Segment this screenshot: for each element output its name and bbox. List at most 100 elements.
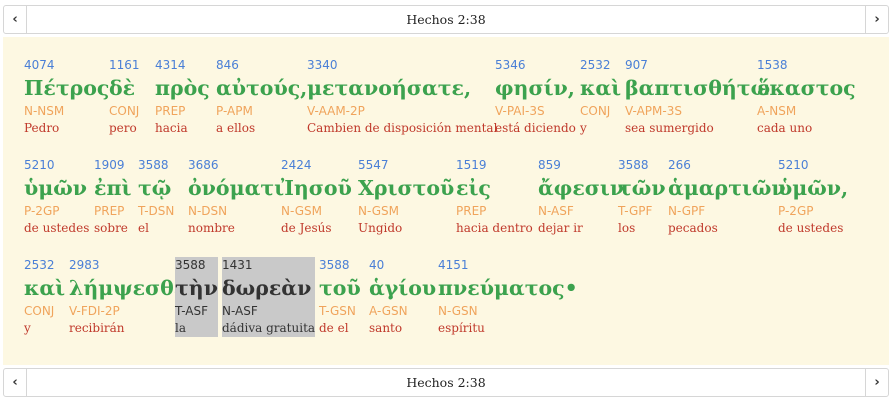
strongs-number-link[interactable]: 2983: [69, 257, 186, 274]
spanish-gloss: recibirán: [69, 321, 125, 335]
morphology-code: T-GPF: [618, 204, 653, 218]
spanish-gloss: de ustedes: [24, 221, 90, 235]
prev-verse-button[interactable]: ‹: [4, 6, 27, 33]
strongs-number-link[interactable]: 3588: [175, 257, 218, 274]
strongs-number-link[interactable]: 1909: [94, 157, 131, 174]
chevron-right-icon: ›: [874, 375, 880, 390]
strongs-number-link[interactable]: 1519: [456, 157, 533, 174]
interlinear-word: 5210 ὑμῶν, P-2GP de ustedes: [778, 157, 848, 237]
strongs-number-link[interactable]: 5547: [358, 157, 454, 174]
strongs-number-link[interactable]: 1431: [222, 257, 316, 274]
morphology-code: N-DSN: [188, 204, 228, 218]
greek-word[interactable]: Πέτρος: [24, 74, 109, 103]
greek-word[interactable]: λήμψεσθε: [69, 274, 186, 303]
strongs-number-link[interactable]: 266: [668, 157, 786, 174]
greek-word[interactable]: ἐπὶ: [94, 174, 131, 203]
strongs-number-link[interactable]: 3588: [618, 157, 666, 174]
strongs-number-link[interactable]: 3686: [188, 157, 284, 174]
greek-word[interactable]: τῷ: [138, 174, 174, 203]
strongs-number-link[interactable]: 5346: [495, 57, 576, 74]
morphology-code: T-DSN: [138, 204, 175, 218]
interlinear-word: 2532 καὶ CONJ y: [24, 257, 65, 337]
prev-verse-button[interactable]: ‹: [4, 369, 27, 396]
morphology-code: P-APM: [216, 104, 253, 118]
greek-word[interactable]: ἕκαστος: [757, 74, 856, 103]
interlinear-word: 40 ἁγίου A-GSN santo: [369, 257, 436, 337]
morphology-code: N-GSN: [438, 304, 478, 318]
interlinear-word: 3686 ὀνόματι N-DSN nombre: [188, 157, 284, 237]
next-verse-button[interactable]: ›: [865, 369, 888, 396]
greek-word[interactable]: τῶν: [618, 174, 666, 203]
greek-word[interactable]: ὑμῶν: [24, 174, 89, 203]
greek-word[interactable]: δὲ: [109, 74, 140, 103]
greek-word[interactable]: τοῦ: [319, 274, 361, 303]
interlinear-word: 2424 Ἰησοῦ N-GSM de Jesús: [281, 157, 352, 237]
strongs-number-link[interactable]: 846: [216, 57, 307, 74]
greek-word[interactable]: ἁμαρτιῶν: [668, 174, 786, 203]
interlinear-word: 2983 λήμψεσθε V-FDI-2P recibirán: [69, 257, 186, 337]
greek-word[interactable]: Ἰησοῦ: [281, 174, 352, 203]
morphology-code: N-GSM: [281, 204, 323, 218]
interlinear-word: 2532 καὶ CONJ y: [580, 57, 621, 137]
greek-word[interactable]: φησίν,: [495, 74, 576, 103]
strongs-number-link[interactable]: 4314: [155, 57, 210, 74]
spanish-gloss: cada uno: [757, 121, 813, 135]
greek-word[interactable]: μετανοήσατε,: [307, 74, 497, 103]
spanish-gloss: pecados: [668, 221, 718, 235]
greek-word[interactable]: ὀνόματι: [188, 174, 284, 203]
spanish-gloss: Cambien de disposición mental: [307, 121, 498, 135]
morphology-code: PREP: [94, 204, 125, 218]
greek-word[interactable]: δωρεὰν: [222, 274, 316, 303]
greek-word[interactable]: καὶ: [580, 74, 621, 103]
greek-word[interactable]: πνεύματος•: [438, 274, 578, 303]
greek-word[interactable]: βαπτισθήτω: [625, 74, 770, 103]
strongs-number-link[interactable]: 2532: [580, 57, 621, 74]
spanish-gloss: y: [24, 321, 31, 335]
greek-word[interactable]: τὴν: [175, 274, 218, 303]
interlinear-word-selected: 3588 τὴν T-ASF la: [175, 257, 218, 337]
strongs-number-link[interactable]: 907: [625, 57, 770, 74]
strongs-number-link[interactable]: 1538: [757, 57, 856, 74]
verse-reference-title: Hechos 2:38: [406, 375, 486, 390]
chevron-right-icon: ›: [874, 12, 880, 27]
interlinear-word: 4074 Πέτρος N-NSM Pedro: [24, 57, 109, 137]
spanish-gloss: Ungido: [358, 221, 403, 235]
strongs-number-link[interactable]: 5210: [778, 157, 848, 174]
greek-word[interactable]: καὶ: [24, 274, 65, 303]
morphology-code: V-APM-3S: [625, 104, 682, 118]
spanish-gloss: y: [580, 121, 587, 135]
morphology-code: PREP: [155, 104, 186, 118]
spanish-gloss: sea sumergido: [625, 121, 714, 135]
spanish-gloss: hacia dentro: [456, 221, 533, 235]
greek-word[interactable]: ἁγίου: [369, 274, 436, 303]
greek-word[interactable]: πρὸς: [155, 74, 210, 103]
strongs-number-link[interactable]: 3340: [307, 57, 497, 74]
strongs-number-link[interactable]: 40: [369, 257, 436, 274]
morphology-code: V-FDI-2P: [69, 304, 120, 318]
interlinear-word: 5346 φησίν, V-PAI-3S está diciendo: [495, 57, 576, 137]
greek-word[interactable]: αὐτούς,: [216, 74, 307, 103]
strongs-number-link[interactable]: 859: [538, 157, 624, 174]
strongs-number-link[interactable]: 2424: [281, 157, 352, 174]
greek-word[interactable]: ὑμῶν,: [778, 174, 848, 203]
strongs-number-link[interactable]: 4074: [24, 57, 109, 74]
strongs-number-link[interactable]: 3588: [319, 257, 361, 274]
morphology-code: A-NSM: [757, 104, 797, 118]
strongs-number-link[interactable]: 1161: [109, 57, 140, 74]
strongs-number-link[interactable]: 3588: [138, 157, 174, 174]
chevron-left-icon: ‹: [12, 12, 18, 27]
greek-word[interactable]: Χριστοῦ: [358, 174, 454, 203]
top-verse-nav: ‹ Hechos 2:38 ›: [3, 5, 889, 34]
morphology-code: CONJ: [580, 104, 611, 118]
strongs-number-link[interactable]: 5210: [24, 157, 89, 174]
next-verse-button[interactable]: ›: [865, 6, 888, 33]
interlinear-word-selected: 1431 δωρεὰν N-ASF dádiva gratuita: [222, 257, 316, 337]
strongs-number-link[interactable]: 2532: [24, 257, 65, 274]
morphology-code: N-GPF: [668, 204, 706, 218]
strongs-number-link[interactable]: 4151: [438, 257, 578, 274]
spanish-gloss: los: [618, 221, 636, 235]
greek-word[interactable]: ἄφεσιν: [538, 174, 624, 203]
spanish-gloss: santo: [369, 321, 403, 335]
morphology-code: P-2GP: [778, 204, 814, 218]
greek-word[interactable]: εἰς: [456, 174, 533, 203]
